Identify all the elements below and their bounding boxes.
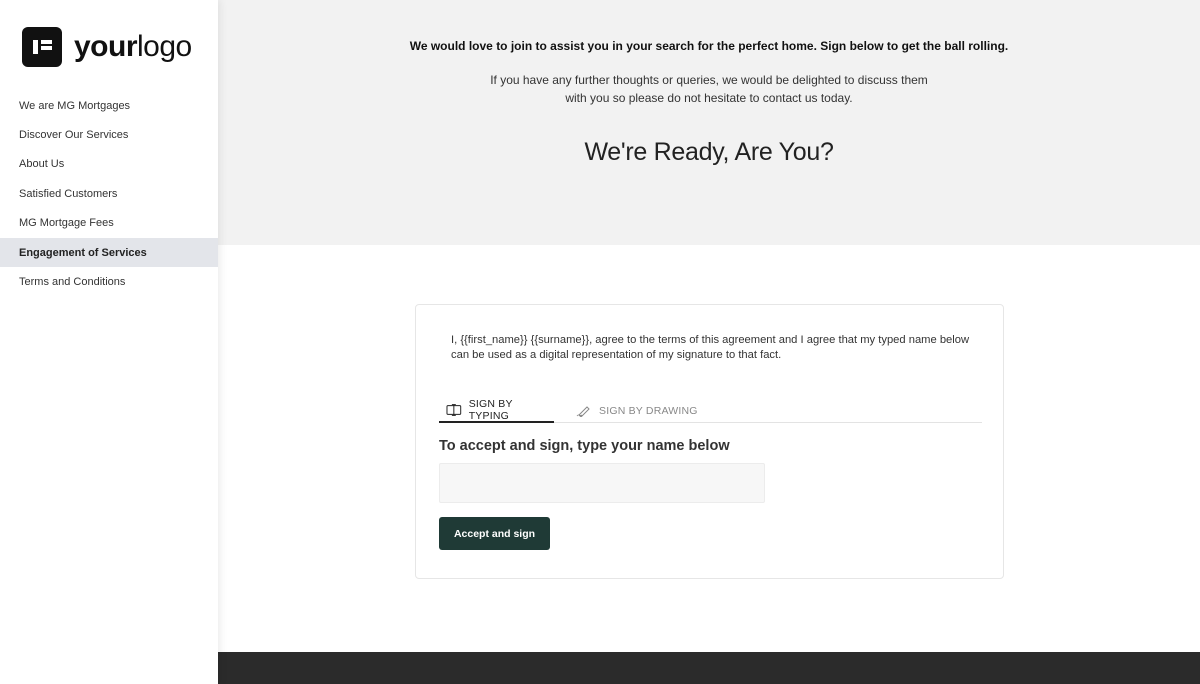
sidebar: yourlogo We are MG Mortgages Discover Ou… [0,0,218,684]
hero-title: We're Ready, Are You? [584,138,834,166]
tab-sign-by-typing-label: SIGN BY TYPING [468,397,513,422]
hero-subtext-line-1: If you have any further thoughts or quer… [490,73,928,87]
signature-name-input[interactable] [439,463,765,503]
sidebar-item-about-us[interactable]: About Us [0,150,218,179]
tab-sign-by-drawing[interactable]: SIGN BY DRAWING [574,398,699,423]
sidebar-item-terms-and-conditions[interactable]: Terms and Conditions [0,267,218,296]
tab-sign-by-drawing-label: SIGN BY DRAWING [599,404,698,417]
hero-lead-text: We would love to join to assist you in y… [409,39,1009,53]
hero-subtext: If you have any further thoughts or quer… [218,71,1200,107]
sidebar-item-discover-our-services[interactable]: Discover Our Services [0,120,218,149]
hero-section: We would love to join to assist you in y… [218,0,1200,245]
signature-tabs: SIGN BY TYPING SIGN BY DRAWING [439,398,982,423]
sidebar-item-satisfied-customers[interactable]: Satisfied Customers [0,179,218,208]
sidebar-nav: We are MG Mortgages Discover Our Service… [0,91,218,297]
keyboard-book-icon [446,403,462,416]
sign-heading: To accept and sign, type your name below [439,438,730,454]
page-footer [218,652,1200,684]
sidebar-item-we-are-mg-mortgages[interactable]: We are MG Mortgages [0,91,218,120]
accept-and-sign-button[interactable]: Accept and sign [439,517,550,550]
agreement-text: I, {{first_name}} {{surname}}, agree to … [451,334,970,361]
sidebar-item-mg-mortgage-fees[interactable]: MG Mortgage Fees [0,209,218,238]
tab-sign-by-typing[interactable]: SIGN BY TYPING [439,398,554,423]
logo-mark-icon [22,27,62,67]
logo[interactable]: yourlogo [22,27,192,67]
pen-icon [576,405,590,417]
sidebar-item-engagement-of-services[interactable]: Engagement of Services [0,237,218,268]
hero-subtext-line-2: with you so please do not hesitate to co… [565,91,853,105]
logo-text: yourlogo [74,30,192,63]
signature-card: I, {{first_name}} {{surname}}, agree to … [415,304,1004,579]
